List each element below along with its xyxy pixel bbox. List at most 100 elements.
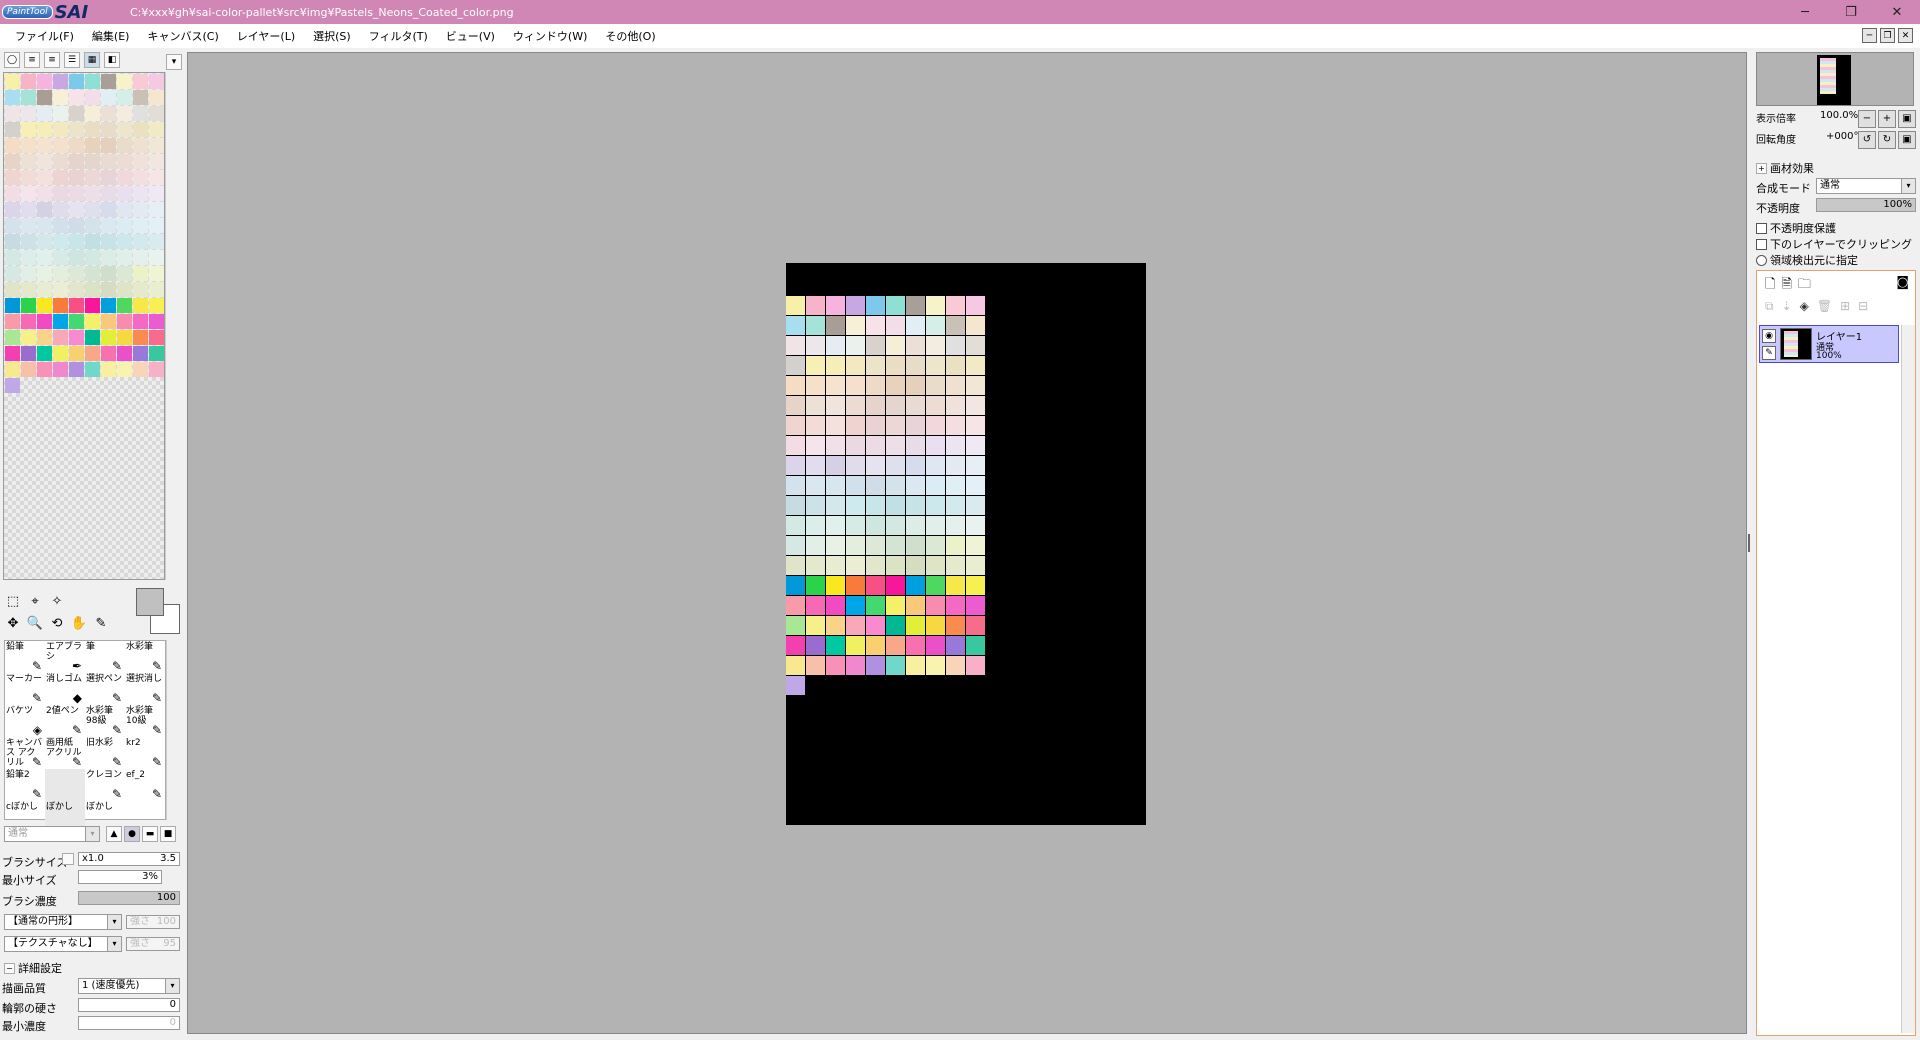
color-swatch[interactable]: [85, 106, 100, 121]
color-swatch[interactable]: [21, 282, 36, 297]
color-swatch[interactable]: [133, 250, 148, 265]
rotate-left-button[interactable]: ↺: [1858, 131, 1876, 149]
color-swatch[interactable]: [37, 346, 52, 361]
hand-icon[interactable]: ✋: [70, 615, 88, 633]
color-swatch[interactable]: [53, 106, 68, 121]
color-swatch[interactable]: [101, 154, 116, 169]
color-swatch[interactable]: [21, 202, 36, 217]
color-swatch[interactable]: [149, 218, 164, 233]
scratchpad-tab[interactable]: ◧: [104, 52, 120, 68]
color-swatch[interactable]: [149, 250, 164, 265]
color-swatch[interactable]: [133, 314, 148, 329]
size-lock-checkbox[interactable]: [62, 853, 74, 865]
paper-effect-toggle[interactable]: + 画材効果: [1756, 160, 1814, 176]
color-swatch[interactable]: [21, 138, 36, 153]
color-swatch[interactable]: [69, 74, 84, 89]
color-swatch[interactable]: [149, 90, 164, 105]
color-swatch[interactable]: [85, 266, 100, 281]
opacity-slider[interactable]: 100%: [1816, 198, 1916, 212]
primary-color[interactable]: [136, 588, 164, 616]
rgb-slider-tab[interactable]: ≡: [24, 52, 40, 68]
color-swatch[interactable]: [53, 346, 68, 361]
color-swatch[interactable]: [53, 202, 68, 217]
doc-restore-button[interactable]: ❐: [1880, 28, 1895, 43]
color-swatch[interactable]: [133, 138, 148, 153]
texture-select[interactable]: 【テクスチャなし】 ▾: [4, 936, 122, 952]
brush-tool-10[interactable]: 水彩筆 98級 ✎: [85, 705, 125, 737]
merge-visible-icon[interactable]: ⊟: [1858, 299, 1868, 314]
color-swatch[interactable]: [37, 106, 52, 121]
transfer-down-icon[interactable]: ⇣: [1782, 299, 1792, 314]
color-swatch[interactable]: [117, 330, 132, 345]
detail-settings-toggle[interactable]: − 詳細設定: [4, 960, 62, 976]
color-swatch[interactable]: [149, 314, 164, 329]
color-swatch[interactable]: [101, 186, 116, 201]
brush-tool-18[interactable]: クレヨン ✎: [85, 769, 125, 801]
color-swatch[interactable]: [53, 138, 68, 153]
color-swatch[interactable]: [133, 266, 148, 281]
color-swatch[interactable]: [5, 186, 20, 201]
zoom-icon[interactable]: 🔍: [26, 615, 44, 633]
protect-opacity-checkbox[interactable]: 不透明度保護: [1756, 220, 1836, 236]
color-swatch[interactable]: [5, 378, 20, 393]
color-swatch[interactable]: [21, 106, 36, 121]
color-swatch[interactable]: [69, 186, 84, 201]
color-swatch[interactable]: [5, 330, 20, 345]
color-swatch[interactable]: [149, 362, 164, 377]
color-swatch[interactable]: [5, 170, 20, 185]
menu-canvas[interactable]: キャンバス(C): [138, 28, 227, 44]
color-swatch[interactable]: [149, 346, 164, 361]
color-swatch[interactable]: [37, 74, 52, 89]
brush-tool-14[interactable]: 旧水彩 ✎: [85, 737, 125, 769]
color-swatch[interactable]: [117, 362, 132, 377]
menu-view[interactable]: ビュー(V): [437, 28, 504, 44]
color-swatch[interactable]: [85, 138, 100, 153]
brush-blend-select[interactable]: 通常 ▾: [4, 826, 100, 842]
color-swatch[interactable]: [37, 250, 52, 265]
color-swatch[interactable]: [21, 154, 36, 169]
menu-select[interactable]: 選択(S): [304, 28, 360, 44]
color-swatch[interactable]: [21, 74, 36, 89]
selection-source-radio[interactable]: 領域検出元に指定: [1756, 252, 1858, 268]
color-swatch[interactable]: [37, 154, 52, 169]
color-swatch[interactable]: [37, 202, 52, 217]
color-swatch[interactable]: [69, 314, 84, 329]
color-swatch[interactable]: [69, 346, 84, 361]
color-swatch[interactable]: [53, 282, 68, 297]
color-swatch[interactable]: [85, 202, 100, 217]
brush-tool-2[interactable]: 筆 ✎: [85, 641, 125, 673]
brush-tool-4[interactable]: マーカー ✎: [5, 673, 45, 705]
shape-flat-icon[interactable]: ▬: [142, 826, 158, 842]
brush-tool-3[interactable]: 水彩筆 ✎: [125, 641, 165, 673]
color-swatch[interactable]: [5, 298, 20, 313]
color-swatch[interactable]: [21, 90, 36, 105]
color-swatch[interactable]: [69, 106, 84, 121]
color-swatch[interactable]: [21, 298, 36, 313]
texture-strength-field[interactable]: 強さ 95: [126, 937, 180, 951]
color-swatch[interactable]: [37, 266, 52, 281]
color-swatch[interactable]: [133, 202, 148, 217]
color-swatch[interactable]: [21, 266, 36, 281]
rect-select-icon[interactable]: ⬚: [4, 593, 22, 611]
color-swatch[interactable]: [133, 154, 148, 169]
color-swatch[interactable]: [5, 362, 20, 377]
color-swatch[interactable]: [101, 122, 116, 137]
brush-tool-7[interactable]: 選択消し ✎: [125, 673, 165, 705]
color-swatch[interactable]: [133, 74, 148, 89]
color-swatch[interactable]: [37, 362, 52, 377]
color-swatch[interactable]: [69, 90, 84, 105]
color-swatch[interactable]: [117, 250, 132, 265]
color-swatch[interactable]: [133, 170, 148, 185]
color-swatch[interactable]: [5, 266, 20, 281]
new-vector-layer-icon[interactable]: 🗎: [1781, 275, 1791, 297]
color-swatch[interactable]: [5, 234, 20, 249]
color-swatch[interactable]: [69, 154, 84, 169]
color-swatch[interactable]: [149, 74, 164, 89]
eye-icon[interactable]: ◉: [1762, 329, 1776, 343]
color-swatch[interactable]: [53, 186, 68, 201]
shape-sharp-icon[interactable]: ▲: [106, 826, 122, 842]
color-swatch[interactable]: [101, 298, 116, 313]
color-swatch[interactable]: [85, 170, 100, 185]
color-swatch[interactable]: [133, 330, 148, 345]
color-swatch[interactable]: [133, 282, 148, 297]
